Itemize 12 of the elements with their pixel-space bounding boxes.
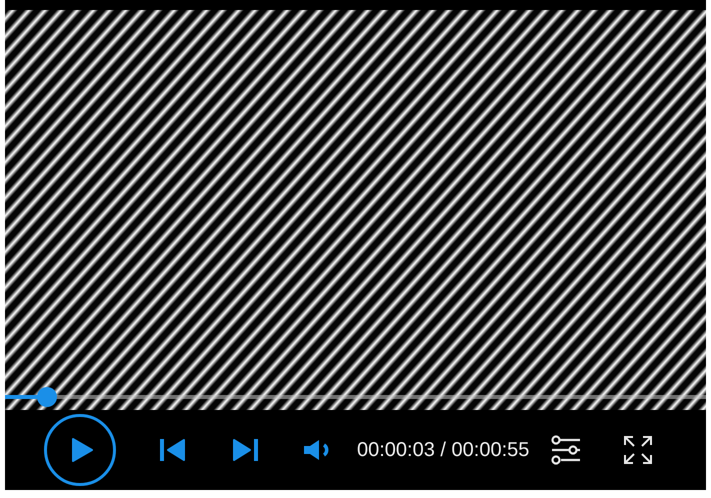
play-button[interactable] xyxy=(44,414,116,486)
time-display: 00:00:03 / 00:00:55 xyxy=(357,438,530,462)
previous-button[interactable] xyxy=(160,439,185,461)
next-button[interactable] xyxy=(233,439,258,461)
skip-back-icon xyxy=(160,439,185,461)
fullscreen-icon xyxy=(623,435,654,465)
sliders-icon xyxy=(551,435,582,465)
skip-forward-icon xyxy=(233,439,258,461)
play-icon xyxy=(71,438,93,462)
fullscreen-button[interactable] xyxy=(623,435,654,465)
settings-button[interactable] xyxy=(551,435,582,465)
progress-track[interactable] xyxy=(5,387,706,407)
